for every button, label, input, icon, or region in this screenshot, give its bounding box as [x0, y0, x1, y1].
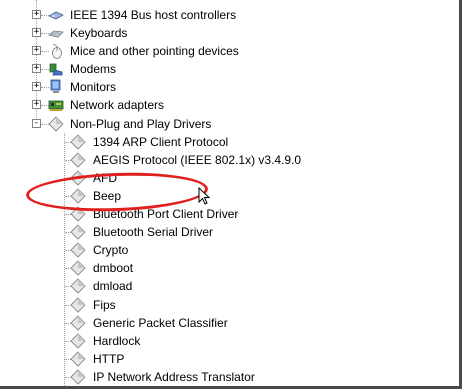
driver-icon: [70, 242, 86, 258]
driver-label: HTTP: [93, 352, 125, 366]
tree-item-label: Network adapters: [70, 98, 165, 112]
driver-icon: [70, 333, 86, 349]
driver-icon: [70, 297, 86, 313]
driver-icon: [48, 116, 64, 132]
tree-item-monitors[interactable]: + Monitors: [0, 78, 459, 96]
driver-icon: [70, 224, 86, 240]
driver-item[interactable]: dmload: [0, 277, 459, 295]
driver-item[interactable]: HTTP: [0, 350, 459, 368]
driver-item[interactable]: Bluetooth Serial Driver: [0, 223, 459, 241]
driver-item[interactable]: Generic Packet Classifier: [0, 314, 459, 332]
ieee1394-icon: [48, 11, 64, 20]
driver-label: IP Network Address Translator: [93, 370, 255, 384]
mouse-cursor-icon: [198, 187, 211, 205]
driver-label: Crypto: [93, 243, 129, 257]
driver-label: Fips: [93, 298, 116, 312]
expand-icon[interactable]: +: [32, 64, 41, 73]
expand-icon[interactable]: +: [32, 46, 41, 55]
expand-icon[interactable]: +: [32, 100, 41, 109]
driver-icon: [70, 351, 86, 367]
network-adapter-icon: [48, 100, 64, 111]
driver-icon: [70, 278, 86, 294]
driver-item[interactable]: Hardlock: [0, 332, 459, 350]
driver-label: Bluetooth Serial Driver: [93, 225, 214, 239]
collapse-icon[interactable]: -: [32, 119, 41, 128]
driver-item[interactable]: AEGIS Protocol (IEEE 802.1x) v3.4.9.0: [0, 151, 459, 169]
mouse-icon: [52, 43, 62, 59]
tree-item-ieee1394[interactable]: + IEEE 1394 Bus host controllers: [0, 6, 459, 24]
driver-item[interactable]: IP Network Address Translator: [0, 368, 459, 386]
driver-label: Hardlock: [93, 334, 141, 348]
driver-icon: [70, 369, 86, 385]
driver-label: dmboot: [93, 261, 134, 275]
driver-icon: [70, 134, 86, 150]
driver-icon: [70, 260, 86, 276]
driver-icon: [70, 152, 86, 168]
keyboard-icon: [48, 30, 64, 38]
driver-item[interactable]: 1394 ARP Client Protocol: [0, 133, 459, 151]
driver-icon: [70, 315, 86, 331]
driver-item[interactable]: dmboot: [0, 259, 459, 277]
monitor-icon: [50, 79, 61, 93]
tree-item-network-adapters[interactable]: + Network adapters: [0, 96, 459, 114]
tree-item-mice[interactable]: + Mice and other pointing devices: [0, 42, 459, 60]
expand-icon[interactable]: +: [32, 82, 41, 91]
tree-item-label: Non-Plug and Play Drivers: [70, 117, 212, 131]
driver-label: dmload: [93, 279, 133, 293]
tree-item-modems[interactable]: + Modems: [0, 60, 459, 78]
modem-icon: [49, 63, 63, 76]
expand-icon[interactable]: +: [32, 10, 41, 19]
tree-item-non-pnp-drivers[interactable]: - Non-Plug and Play Drivers: [0, 115, 459, 133]
driver-item[interactable]: Crypto: [0, 241, 459, 259]
tree-item-label: Keyboards: [70, 26, 128, 40]
tree-item-keyboards[interactable]: + Keyboards: [0, 24, 459, 42]
tree-item-label: Modems: [70, 62, 117, 76]
driver-item[interactable]: Fips: [0, 296, 459, 314]
driver-label: 1394 ARP Client Protocol: [93, 135, 229, 149]
tree-item-label: Mice and other pointing devices: [70, 44, 239, 58]
tree-item-label: IEEE 1394 Bus host controllers: [70, 8, 237, 22]
expand-icon[interactable]: +: [32, 28, 41, 37]
driver-label: Generic Packet Classifier: [93, 316, 228, 330]
driver-label: AEGIS Protocol (IEEE 802.1x) v3.4.9.0: [93, 153, 302, 167]
tree-item-label: Monitors: [70, 80, 117, 94]
device-manager-tree: + IEEE 1394 Bus host controllers + Keybo…: [0, 0, 462, 389]
